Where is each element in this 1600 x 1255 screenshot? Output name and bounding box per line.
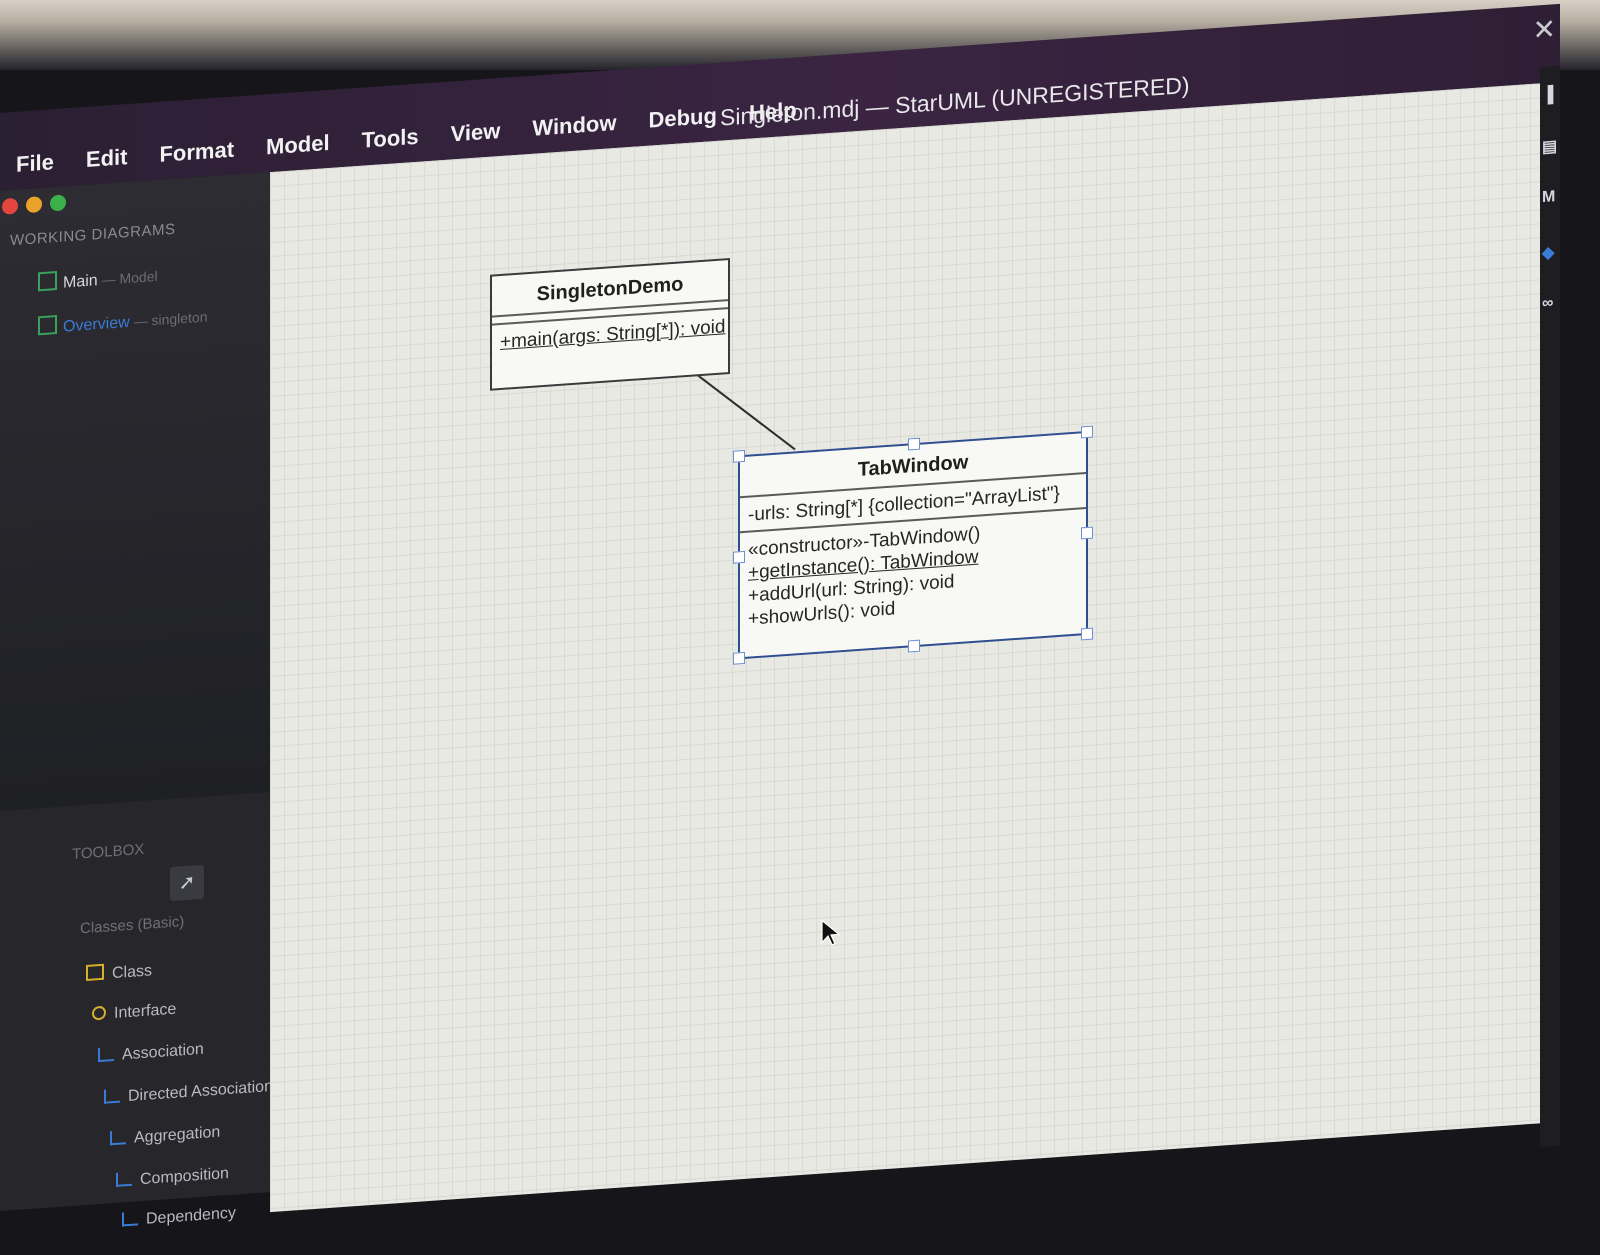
- class-tabwindow[interactable]: TabWindow -urls: String[*] {collection="…: [733, 425, 1093, 665]
- resize-handle-s[interactable]: [908, 639, 920, 653]
- tool-dependency[interactable]: Dependency: [122, 1205, 236, 1231]
- association-icon: [98, 1047, 114, 1063]
- resize-handle-se[interactable]: [1081, 627, 1093, 641]
- close-window-button[interactable]: [2, 197, 18, 215]
- tool-interface[interactable]: Interface: [92, 1001, 176, 1025]
- menu-model[interactable]: Model: [250, 123, 346, 170]
- class-icon: [86, 963, 104, 981]
- diagram-canvas[interactable]: SingletonDemo +main(args: String[*]): vo…: [270, 83, 1540, 1213]
- close-icon[interactable]: ✕: [1533, 12, 1556, 47]
- maximize-window-button[interactable]: [50, 194, 66, 212]
- tool-label: Dependency: [146, 1204, 236, 1228]
- resize-handle-sw[interactable]: [733, 651, 745, 665]
- working-diagrams-panel: WORKING DIAGRAMS Main — Model Overview —…: [0, 171, 280, 812]
- sidebar: WORKING DIAGRAMS Main — Model Overview —…: [0, 171, 320, 1228]
- directed-association-icon: [104, 1088, 120, 1104]
- tool-label: Interface: [114, 1000, 177, 1023]
- working-diagram-main[interactable]: Main — Model: [38, 264, 158, 294]
- resize-handle-n[interactable]: [908, 437, 920, 451]
- resize-handle-e[interactable]: [1081, 526, 1093, 540]
- tool-label: Association: [122, 1040, 204, 1064]
- interface-icon: [92, 1005, 106, 1021]
- tool-class[interactable]: Class: [86, 960, 152, 985]
- menu-file[interactable]: File: [0, 142, 70, 187]
- menu-edit[interactable]: Edit: [70, 137, 144, 182]
- starUML-window: File Edit Format Model Tools View Window…: [0, 0, 1560, 1228]
- tool-label: Composition: [140, 1164, 229, 1189]
- diagram-name: Main: [63, 272, 98, 292]
- resize-handle-w[interactable]: [733, 550, 745, 564]
- share-icon[interactable]: ∞: [1542, 294, 1553, 313]
- working-diagrams-heading: WORKING DIAGRAMS: [10, 220, 176, 250]
- group-label: Classes (Basic): [80, 913, 185, 938]
- menu-debug[interactable]: Debug: [633, 96, 733, 143]
- diagram-icon: [38, 315, 57, 336]
- menu-format[interactable]: Format: [143, 130, 250, 177]
- tool-composition[interactable]: Composition: [116, 1165, 229, 1191]
- composition-icon: [116, 1171, 132, 1187]
- minimize-window-button[interactable]: [26, 196, 42, 214]
- right-toolbar: ▐ ▤ M ◆ ∞: [1540, 65, 1560, 1148]
- mouse-cursor-icon: [821, 919, 841, 946]
- resize-handle-nw[interactable]: [733, 449, 745, 463]
- menu-window[interactable]: Window: [516, 103, 632, 151]
- menu-tools[interactable]: Tools: [346, 117, 435, 163]
- operation-main[interactable]: +main(args: String[*]): void: [492, 315, 728, 355]
- aggregation-icon: [110, 1130, 126, 1146]
- resize-handle-ne[interactable]: [1081, 425, 1093, 439]
- diagram-context: — singleton: [129, 308, 208, 330]
- dependency-icon: [122, 1211, 138, 1227]
- working-diagram-overview[interactable]: Overview — singleton: [38, 304, 208, 338]
- tool-directed-association[interactable]: Directed Association: [104, 1078, 273, 1108]
- tool-aggregation[interactable]: Aggregation: [110, 1124, 220, 1150]
- tool-label: Directed Association: [128, 1077, 273, 1106]
- menu-view[interactable]: View: [435, 111, 517, 157]
- tool-label: Class: [112, 962, 153, 983]
- diagram-name: Overview: [63, 313, 130, 336]
- pointer-icon[interactable]: ➚: [170, 864, 204, 902]
- class-singletondemo[interactable]: SingletonDemo +main(args: String[*]): vo…: [490, 257, 730, 391]
- toolbar-icon[interactable]: ▤: [1542, 136, 1557, 157]
- diagram-context: — Model: [97, 267, 158, 289]
- diagram-icon: [38, 271, 57, 292]
- toolbar-icon[interactable]: ▐: [1542, 86, 1553, 105]
- tool-label: Aggregation: [134, 1123, 221, 1147]
- toolbox-heading: TOOLBOX: [72, 840, 145, 863]
- markdown-icon[interactable]: M: [1542, 188, 1555, 207]
- tool-association[interactable]: Association: [98, 1041, 204, 1066]
- navigator-icon[interactable]: ◆: [1542, 242, 1554, 263]
